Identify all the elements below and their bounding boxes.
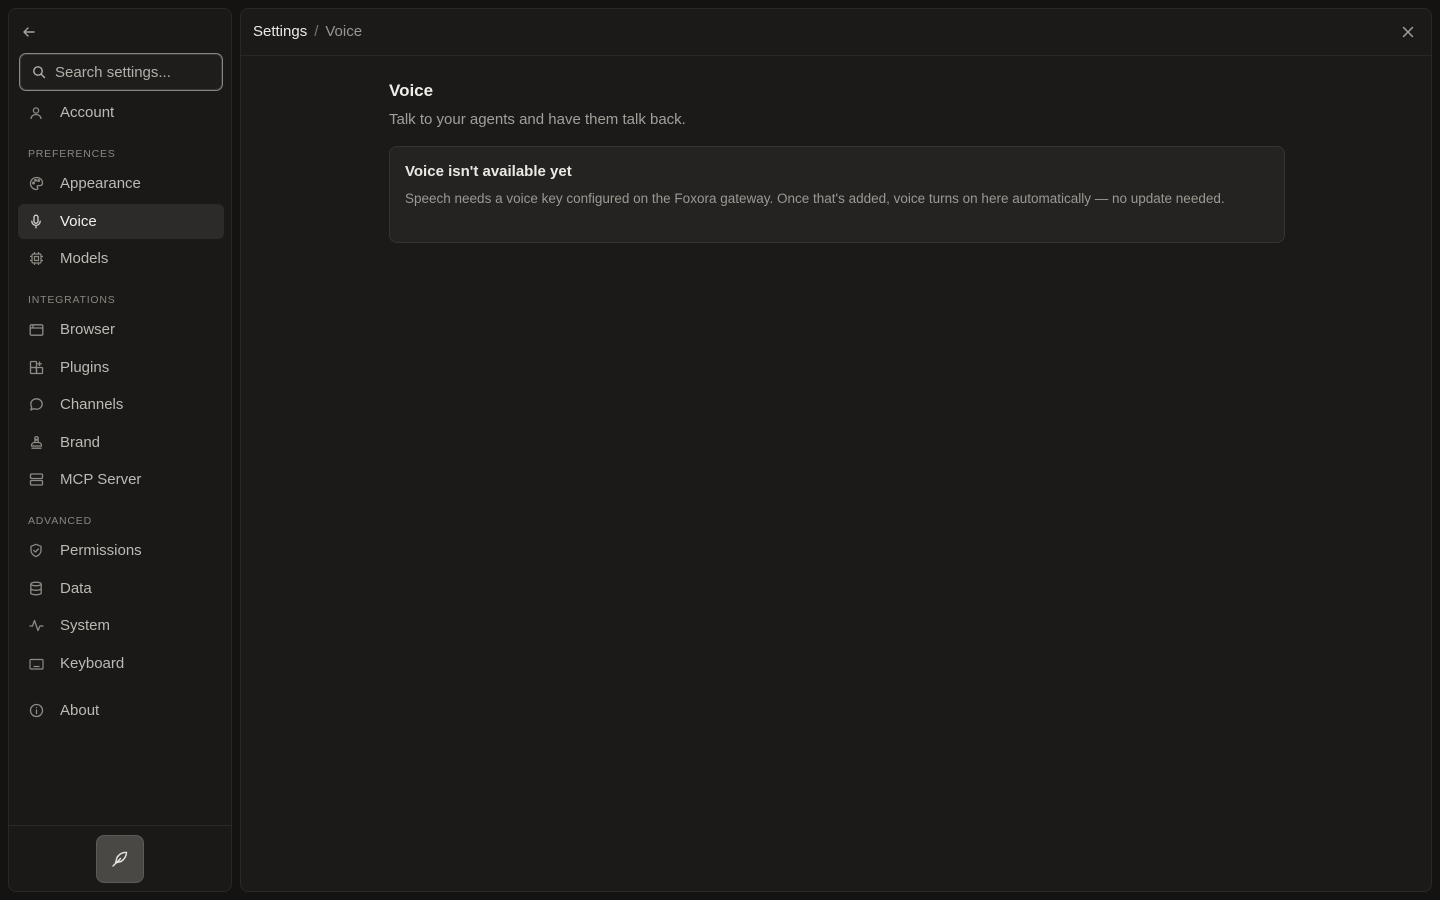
sidebar-item-label: Permissions [60, 542, 142, 559]
sidebar-item-label: Account [60, 104, 115, 121]
settings-sidebar: Account PREFERENCES Appearance Voice Mod… [8, 8, 232, 892]
sidebar-item-keyboard[interactable]: Keyboard [18, 646, 224, 681]
panel-header: Settings / Voice [241, 9, 1431, 56]
section-label-preferences: PREFERENCES [28, 148, 116, 160]
settings-main-panel: Settings / Voice Voice Talk to your agen… [240, 8, 1432, 892]
sidebar-item-plugins[interactable]: Plugins [18, 350, 224, 385]
page-title: Voice [389, 81, 434, 100]
sidebar-item-data[interactable]: Data [18, 571, 224, 606]
sidebar-item-browser[interactable]: Browser [18, 312, 224, 347]
breadcrumb-separator: / [314, 23, 319, 40]
sidebar-item-account[interactable]: Account [18, 95, 224, 130]
sidebar-item-about[interactable]: About [18, 693, 224, 728]
sidebar-item-voice[interactable]: Voice [18, 204, 224, 239]
activity-pulse-icon [28, 618, 44, 634]
back-arrow-icon[interactable] [19, 22, 39, 42]
database-icon [28, 581, 44, 597]
sidebar-item-label: About [60, 702, 100, 719]
breadcrumb-settings[interactable]: Settings [253, 23, 307, 40]
user-icon [28, 105, 44, 121]
cpu-icon [28, 251, 44, 267]
page-subtitle: Talk to your agents and have them talk b… [389, 111, 686, 128]
shield-check-icon [28, 543, 44, 559]
notice-title: Voice isn't available yet [405, 163, 572, 180]
sidebar-item-models[interactable]: Models [18, 241, 224, 276]
keyboard-icon [28, 656, 44, 672]
voice-unavailable-notice: Voice isn't available yet Speech needs a… [389, 146, 1285, 243]
browser-window-icon [28, 322, 44, 338]
sidebar-item-channels[interactable]: Channels [18, 387, 224, 422]
server-icon [28, 472, 44, 488]
feather-button[interactable] [96, 835, 144, 883]
sidebar-item-label: Data [60, 580, 92, 597]
sidebar-item-label: Appearance [60, 175, 141, 192]
breadcrumb: Settings / Voice [253, 23, 362, 40]
sidebar-item-brand[interactable]: Brand [18, 425, 224, 460]
sidebar-item-label: Keyboard [60, 655, 125, 672]
settings-window: Account PREFERENCES Appearance Voice Mod… [0, 0, 1440, 900]
sidebar-item-label: Channels [60, 396, 124, 413]
microphone-icon [28, 214, 44, 230]
sidebar-item-permissions[interactable]: Permissions [18, 533, 224, 568]
info-icon [28, 703, 44, 719]
sidebar-item-label: Browser [60, 321, 116, 338]
palette-icon [28, 176, 44, 192]
stamp-icon [28, 435, 44, 451]
message-bubble-icon [28, 397, 44, 413]
sidebar-item-label: System [60, 617, 111, 634]
notice-body: Speech needs a voice key configured on t… [405, 191, 1225, 206]
close-icon[interactable] [1399, 23, 1417, 41]
section-label-integrations: INTEGRATIONS [28, 294, 116, 306]
voice-settings-content: Voice Talk to your agents and have them … [389, 81, 1285, 243]
sidebar-item-label: Voice [60, 213, 97, 230]
feather-icon [112, 851, 128, 867]
search-input[interactable] [55, 63, 215, 81]
sidebar-item-label: Models [60, 250, 109, 267]
section-label-advanced: ADVANCED [28, 515, 92, 527]
search-settings[interactable] [19, 53, 223, 91]
sidebar-item-mcp-server[interactable]: MCP Server [18, 462, 224, 497]
puzzle-icon [28, 360, 44, 376]
sidebar-footer [9, 825, 231, 891]
sidebar-item-system[interactable]: System [18, 608, 224, 643]
sidebar-item-label: MCP Server [60, 471, 142, 488]
breadcrumb-current: Voice [325, 23, 363, 40]
search-icon [33, 66, 46, 79]
sidebar-item-appearance[interactable]: Appearance [18, 166, 224, 201]
sidebar-item-label: Plugins [60, 359, 110, 376]
sidebar-item-label: Brand [60, 434, 101, 451]
